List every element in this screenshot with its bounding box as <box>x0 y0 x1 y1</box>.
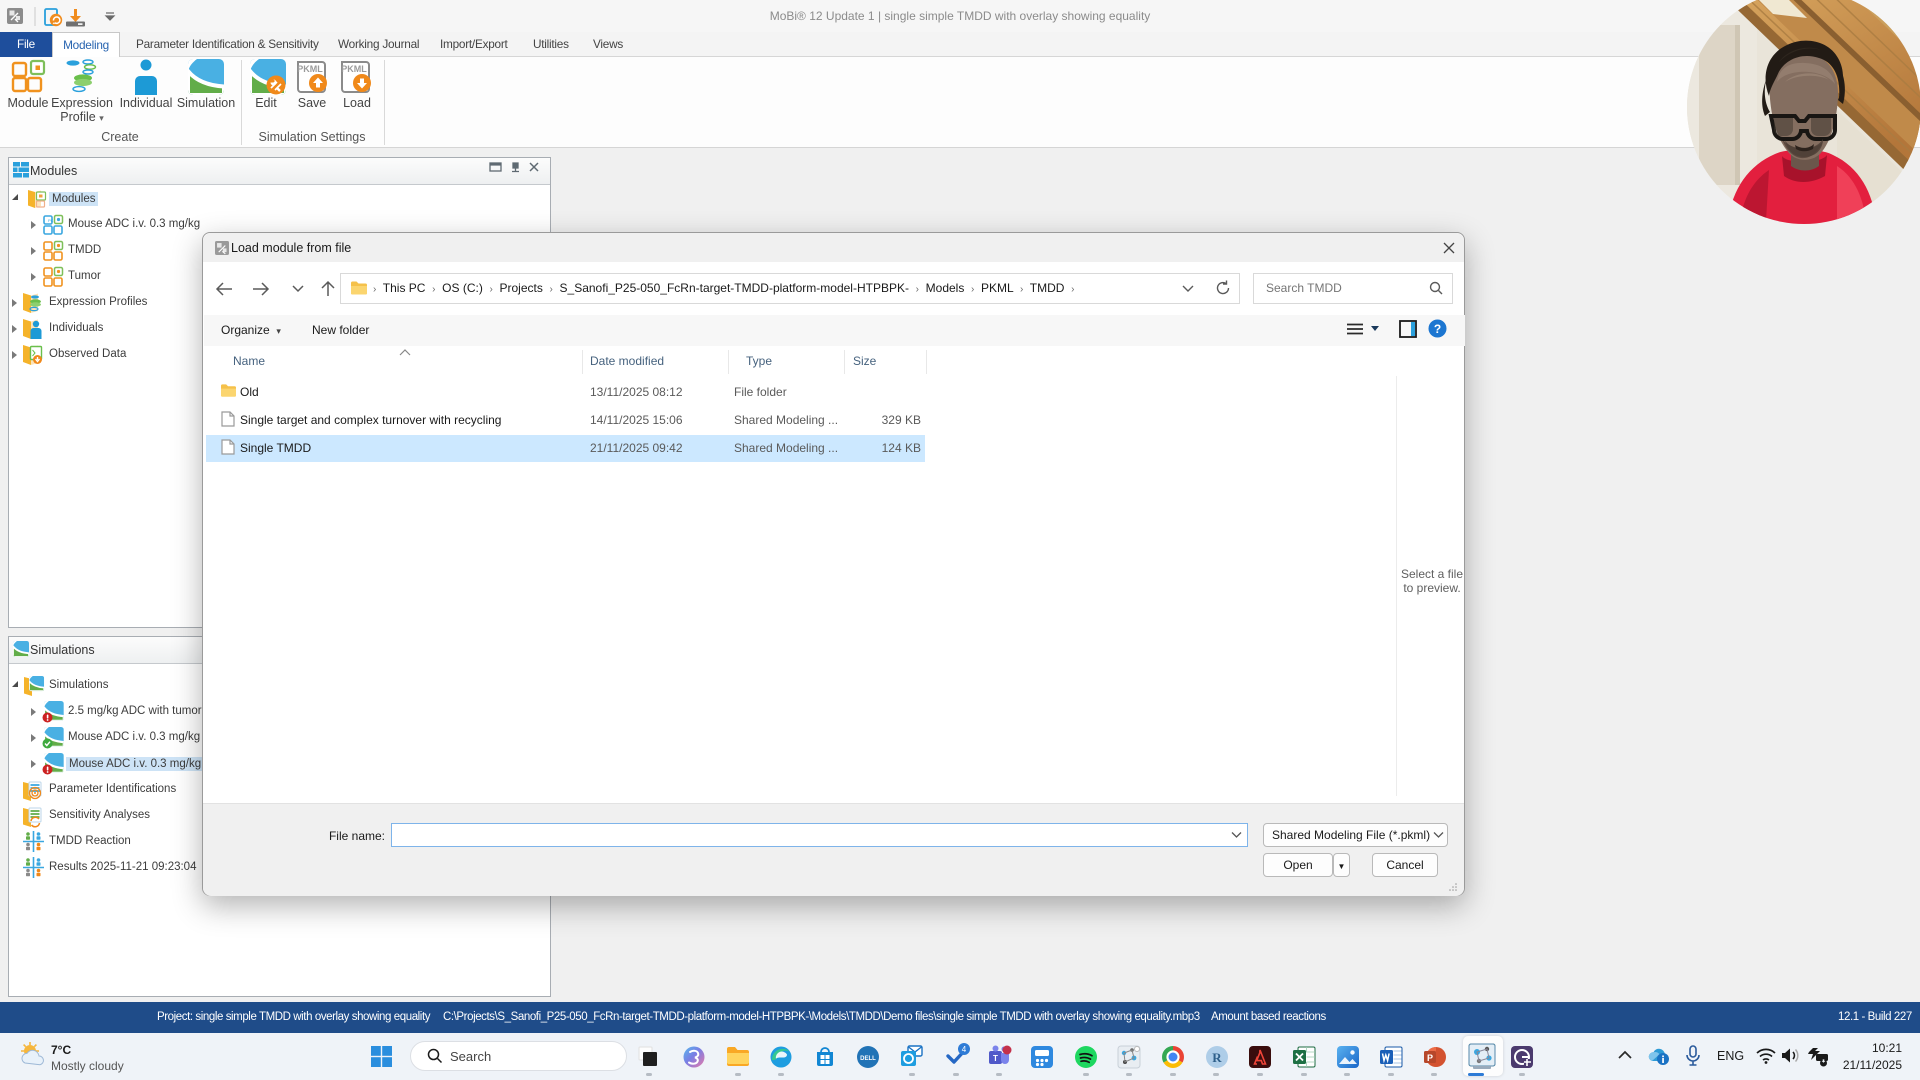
svg-text:R: R <box>1212 1050 1222 1065</box>
svg-text:PKML: PKML <box>341 64 367 74</box>
svg-text:PK: PK <box>48 218 54 223</box>
svg-text:DELL: DELL <box>860 1056 876 1062</box>
svg-text:4: 4 <box>962 1045 967 1054</box>
svg-text:?: ? <box>1434 322 1441 336</box>
svg-text:PKML: PKML <box>297 64 323 74</box>
svg-text:T: T <box>993 1054 998 1063</box>
svg-text:P: P <box>1427 1053 1433 1063</box>
